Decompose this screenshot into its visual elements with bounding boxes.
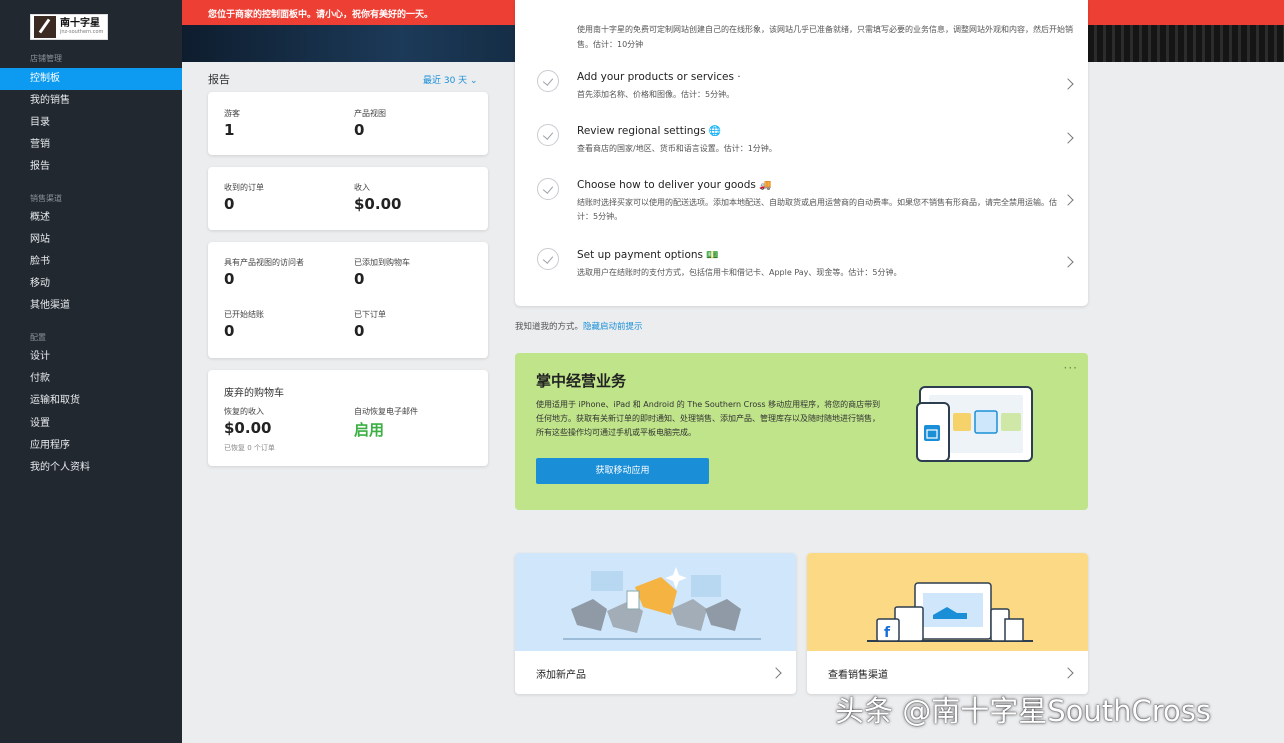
orders-placed-label: 已下订单 xyxy=(354,310,386,319)
abandoned-cart-card: 废弃的购物车 恢复的收入 $0.00 已恢复 0 个订单 自动恢复电子邮件 启用 xyxy=(208,370,488,466)
sidebar-item-mobile[interactable]: 移动 xyxy=(0,273,182,295)
product-views-value: 0 xyxy=(354,121,365,139)
sidebar-item-catalog[interactable]: 目录 xyxy=(0,112,182,134)
sidebar-item-website[interactable]: 网站 xyxy=(0,229,182,251)
added-to-cart-value: 0 xyxy=(354,270,365,288)
logo-icon xyxy=(34,16,56,38)
check-icon xyxy=(537,178,559,200)
checkout-started-label: 已开始结账 xyxy=(224,310,264,319)
check-icon xyxy=(537,70,559,92)
sidebar-item-profile[interactable]: 我的个人资料 xyxy=(0,457,182,479)
setup-row-title: Set up payment options 💵 xyxy=(577,249,719,261)
viewers-value: 0 xyxy=(224,270,235,288)
visitors-value: 1 xyxy=(224,121,235,139)
setup-row-title: Review regional settings 🌐 xyxy=(577,125,722,137)
sidebar-item-dashboard[interactable]: 控制板 xyxy=(0,68,182,90)
hint-text: 我知道我的方式。 xyxy=(515,322,584,332)
revenue-label: 收入 xyxy=(354,183,370,192)
recovered-revenue-value: $0.00 xyxy=(224,419,272,437)
watermark-text: 头条 @南十字星SouthCross xyxy=(835,694,1211,728)
alert-text: 您位于商家的控制面板中。请小心，祝你有美好的一天。 xyxy=(208,10,434,20)
setup-row-desc: 首先添加名称、价格和图像。估计：5分钟。 xyxy=(577,90,735,99)
chevron-right-icon xyxy=(1062,256,1074,268)
setup-row-desc: 选取用户在结账时的支付方式，包括信用卡和借记卡、Apple Pay、现金等。估计… xyxy=(577,268,902,277)
sidebar-item-shipping[interactable]: 运输和取货 xyxy=(0,390,182,412)
money-icon: 💵 xyxy=(706,250,719,261)
setup-row-delivery[interactable]: Choose how to deliver your goods 🚚 结账时选择… xyxy=(515,174,1088,232)
promo-desc: 使用适用于 iPhone、iPad 和 Android 的 The Southe… xyxy=(536,400,881,437)
sparkle-icon: · xyxy=(737,72,741,83)
auto-recovery-status[interactable]: 启用 xyxy=(354,419,384,440)
revenue-value: $0.00 xyxy=(354,195,402,213)
sales-channels-tile[interactable]: f 查看销售渠道 xyxy=(807,553,1088,694)
nav-section-channels: 销售渠道 xyxy=(30,194,62,203)
sidebar-item-apps[interactable]: 应用程序 xyxy=(0,435,182,457)
setup-row-products[interactable]: Add your products or services · 首先添加名称、价… xyxy=(515,66,1088,114)
setup-row-title: Add your products or services · xyxy=(577,71,741,83)
sidebar-item-settings[interactable]: 设置 xyxy=(0,413,182,435)
check-icon xyxy=(537,124,559,146)
report-title: 报告 xyxy=(208,73,230,86)
sales-channels-label: 查看销售渠道 xyxy=(828,670,888,681)
setup-checklist: 使用南十字星的免费可定制网站创建自己的在线形象，该网站几乎已准备就绪，只需填写必… xyxy=(515,0,1088,306)
store-logo[interactable]: 南十字星 jnz-southern.com xyxy=(30,14,108,40)
setup-website-desc: 使用南十字星的免费可定制网站创建自己的在线形象，该网站几乎已准备就绪，只需填写必… xyxy=(577,25,1073,49)
more-options-icon[interactable]: ··· xyxy=(1064,361,1078,375)
nav-section-store: 店铺管理 xyxy=(30,54,62,63)
mobile-app-promo: 掌中经营业务 使用适用于 iPhone、iPad 和 Android 的 The… xyxy=(515,353,1088,510)
sidebar-item-other-channels[interactable]: 其他渠道 xyxy=(0,295,182,317)
date-range-dropdown[interactable]: 最近 30 天 ⌄ xyxy=(423,73,478,86)
visitors-label: 游客 xyxy=(224,109,240,118)
sidebar-item-design[interactable]: 设计 xyxy=(0,346,182,368)
hide-tips-link[interactable]: 隐藏启动前提示 xyxy=(583,322,643,332)
chevron-right-icon xyxy=(1062,132,1074,144)
auto-recovery-label: 自动恢复电子邮件 xyxy=(354,407,418,416)
added-to-cart-label: 已添加到购物车 xyxy=(354,258,410,267)
sidebar-item-my-sales[interactable]: 我的销售 xyxy=(0,90,182,112)
setup-row-title: Choose how to deliver your goods 🚚 xyxy=(577,179,772,191)
sidebar-item-marketing[interactable]: 营销 xyxy=(0,134,182,156)
setup-row-desc: 结账时选择买家可以使用的配送选项。添加本地配送、自助取货或启用运营商的自动费率。… xyxy=(577,198,1057,221)
sales-channels-illustration: f xyxy=(807,553,1088,651)
sidebar-item-reports[interactable]: 报告 xyxy=(0,156,182,178)
sidebar-item-overview[interactable]: 概述 xyxy=(0,207,182,229)
recovered-revenue-label: 恢复的收入 xyxy=(224,407,264,416)
sidebar: 南十字星 jnz-southern.com 店铺管理 控制板 我的销售 目录 营… xyxy=(0,0,182,743)
orders-value: 0 xyxy=(224,195,235,213)
stats-card-funnel: 具有产品视图的访问者 0 已添加到购物车 0 已开始结账 0 已下订单 0 xyxy=(208,242,488,358)
chevron-right-icon xyxy=(770,667,782,679)
promo-title: 掌中经营业务 xyxy=(536,372,627,390)
chevron-right-icon xyxy=(1062,667,1074,679)
globe-icon: 🌐 xyxy=(708,126,722,137)
add-product-tile[interactable]: 添加新产品 xyxy=(515,553,796,694)
stats-card-orders: 收到的订单 0 收入 $0.00 xyxy=(208,167,488,230)
get-mobile-app-button[interactable]: 获取移动应用 xyxy=(536,458,709,484)
logo-title: 南十字星 xyxy=(60,18,100,29)
svg-text:f: f xyxy=(884,625,891,641)
product-views-label: 产品视图 xyxy=(354,109,386,118)
recovered-orders-note: 已恢复 0 个订单 xyxy=(224,444,275,452)
chevron-right-icon xyxy=(1062,194,1074,206)
logo-subtitle: jnz-southern.com xyxy=(60,29,104,35)
setup-hint: 我知道我的方式。隐藏启动前提示 xyxy=(515,320,643,332)
orders-placed-value: 0 xyxy=(354,322,365,340)
nav-section-config: 配置 xyxy=(30,333,46,342)
add-product-label: 添加新产品 xyxy=(536,670,586,681)
sidebar-item-payment[interactable]: 付款 xyxy=(0,368,182,390)
devices-illustration xyxy=(916,386,1033,462)
abandoned-cart-title: 废弃的购物车 xyxy=(224,388,284,399)
orders-label: 收到的订单 xyxy=(224,183,264,192)
chevron-right-icon xyxy=(1062,78,1074,90)
truck-icon: 🚚 xyxy=(759,180,772,191)
setup-row-desc: 查看商店的国家/地区、货币和语言设置。估计：1分钟。 xyxy=(577,144,777,153)
setup-row-regional[interactable]: Review regional settings 🌐 查看商店的国家/地区、货币… xyxy=(515,120,1088,168)
checkout-started-value: 0 xyxy=(224,322,235,340)
stats-card-traffic: 游客 1 产品视图 0 xyxy=(208,92,488,155)
setup-row-payment[interactable]: Set up payment options 💵 选取用户在结账时的支付方式，包… xyxy=(515,244,1088,292)
viewers-label: 具有产品视图的访问者 xyxy=(224,258,304,267)
sidebar-item-facebook[interactable]: 脸书 xyxy=(0,251,182,273)
add-product-illustration xyxy=(515,553,796,651)
check-icon xyxy=(537,248,559,270)
